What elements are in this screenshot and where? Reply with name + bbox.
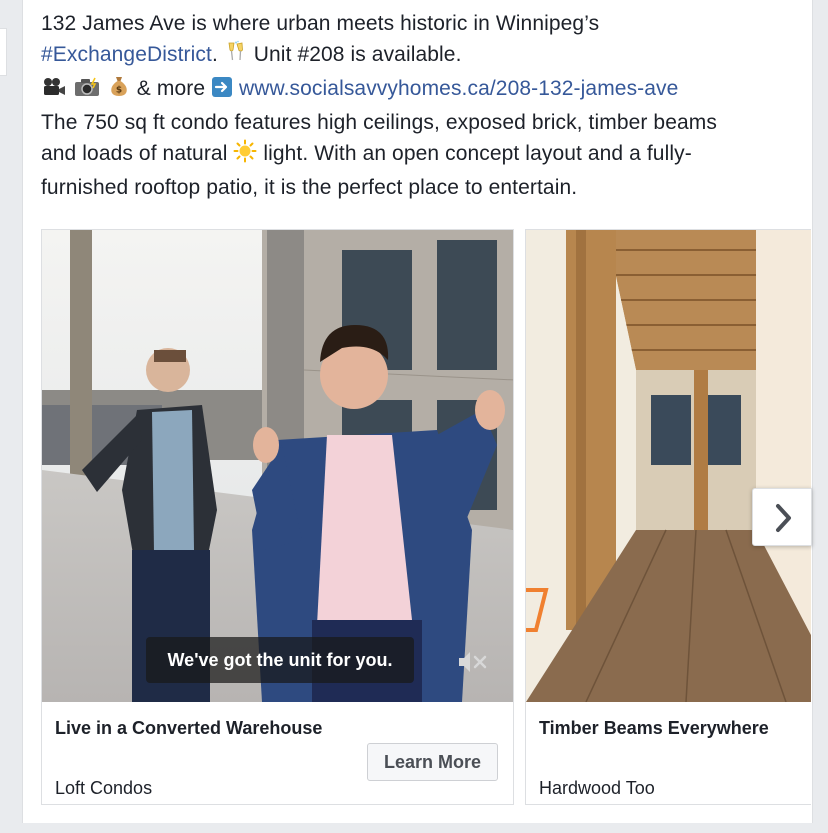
sun-icon (233, 139, 257, 172)
carousel-next-button[interactable] (752, 488, 812, 546)
unit-availability-text: Unit #208 is available. (247, 43, 462, 66)
adjacent-panel-edge (0, 28, 7, 76)
video-caption: We've got the unit for you. (146, 637, 414, 683)
post-paragraph-1: 132 James Ave is where urban meets histo… (41, 8, 801, 73)
slide-1-title[interactable]: Live in a Converted Warehouse (55, 718, 322, 739)
post-line-1: 132 James Ave is where urban meets histo… (41, 12, 600, 35)
more-text: & more (130, 77, 212, 100)
carousel-slide-1[interactable]: We've got the unit for you. Live in a Co… (41, 229, 514, 805)
street-video-image (42, 230, 513, 702)
post-paragraph-2: $ & more www.socialsavvyhomes.ca/208-132… (41, 73, 801, 107)
hashtag-link[interactable]: #ExchangeDistrict (41, 43, 212, 66)
listing-url-link[interactable]: www.socialsavvyhomes.ca/208-132-james-av… (239, 77, 678, 100)
description-line-3: furnished rooftop patio, it is the perfe… (41, 176, 578, 199)
description-line-1: The 750 sq ft condo features high ceilin… (41, 111, 717, 134)
carousel: We've got the unit for you. Live in a Co… (41, 229, 811, 807)
chevron-right-icon (776, 504, 791, 532)
movie-camera-icon (41, 76, 67, 107)
camera-flash-icon (73, 76, 101, 107)
money-bag-icon: $ (107, 74, 131, 107)
post-paragraph-3: The 750 sq ft condo features high ceilin… (41, 107, 801, 203)
card-bottom-gap (22, 823, 811, 833)
slide-2-subtitle: Hardwood Too (539, 778, 655, 798)
interior-image[interactable] (526, 230, 811, 702)
slide-2-title[interactable]: Timber Beams Everywhere (539, 718, 769, 739)
hallway-image (526, 230, 811, 702)
right-arrow-icon (211, 76, 233, 107)
post-text: 132 James Ave is where urban meets histo… (41, 8, 801, 203)
post-punct: . (211, 43, 224, 66)
mute-icon[interactable] (456, 649, 490, 675)
description-line-2b: light. With an open concept layout and a… (257, 142, 692, 165)
learn-more-button[interactable]: Learn More (367, 743, 498, 781)
video-thumbnail[interactable]: We've got the unit for you. (42, 230, 513, 702)
description-line-2a: and loads of natural (41, 142, 234, 165)
clinking-glasses-icon (224, 40, 248, 73)
svg-text:$: $ (116, 86, 122, 96)
slide-1-subtitle: Loft Condos (55, 778, 153, 798)
